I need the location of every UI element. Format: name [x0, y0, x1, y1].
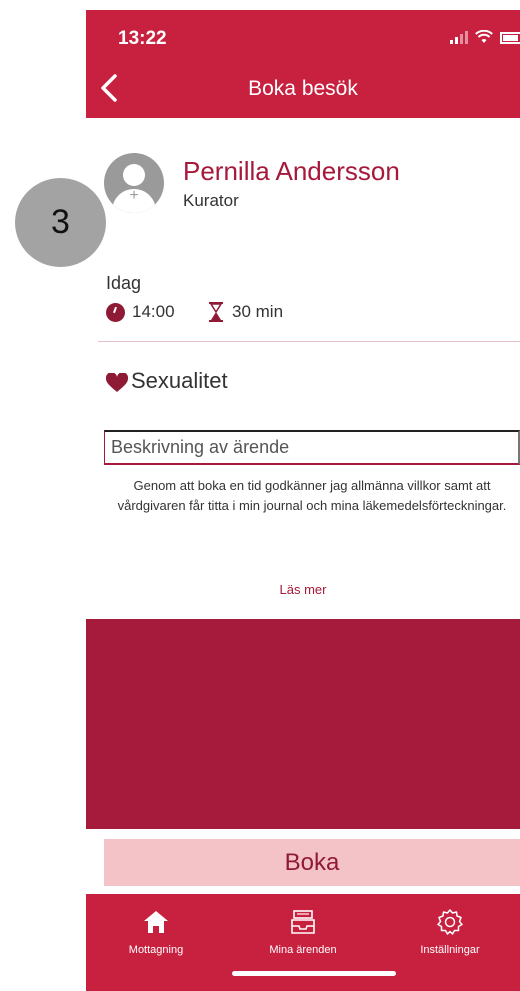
description-input[interactable]	[104, 430, 520, 465]
appointment-duration: 30 min	[232, 302, 284, 321]
book-button[interactable]: Boka	[104, 839, 520, 886]
divider	[98, 341, 520, 342]
page-title: Boka besök	[248, 77, 358, 100]
inbox-tray-icon	[291, 910, 315, 934]
clock-icon	[106, 303, 125, 322]
status-icons	[450, 30, 520, 44]
home-icon	[144, 911, 168, 933]
wifi-icon	[475, 30, 493, 43]
tab-label: Inställningar	[420, 944, 480, 956]
provider-name: Pernilla Andersson	[183, 156, 400, 186]
hourglass-icon	[209, 302, 223, 322]
signal-icon	[450, 31, 468, 44]
home-indicator[interactable]	[232, 971, 396, 976]
category-label: Sexualitet	[131, 368, 228, 393]
avatar: +	[104, 153, 164, 213]
tab-mottagning[interactable]: Mottagning	[86, 908, 226, 956]
battery-icon	[500, 32, 520, 44]
status-bar: 13:22	[86, 10, 520, 60]
tab-label: Mina ärenden	[269, 944, 337, 956]
gear-icon	[437, 909, 463, 935]
read-more-link[interactable]: Läs mer	[86, 582, 520, 597]
tab-label: Mottagning	[128, 944, 184, 956]
banner-area	[86, 619, 520, 829]
app-screen: 13:22 Boka besök + Pernilla Andersson Ku…	[86, 10, 520, 991]
status-time: 13:22	[118, 28, 167, 49]
appointment-time: 14:00	[132, 302, 175, 321]
tab-bar: Mottagning Mina ärenden Inställningar	[86, 894, 520, 991]
navigation-bar: Boka besök	[86, 60, 520, 118]
add-photo-icon: +	[129, 187, 139, 204]
tab-mina-arenden[interactable]: Mina ärenden	[233, 908, 373, 956]
terms-text: Genom att boka en tid godkänner jag allm…	[117, 478, 507, 513]
step-number-badge: 3	[15, 178, 106, 267]
appointment-day: Idag	[106, 273, 142, 293]
heart-icon	[106, 373, 128, 392]
tab-installningar[interactable]: Inställningar	[380, 908, 520, 956]
provider-role: Kurator	[183, 191, 239, 210]
